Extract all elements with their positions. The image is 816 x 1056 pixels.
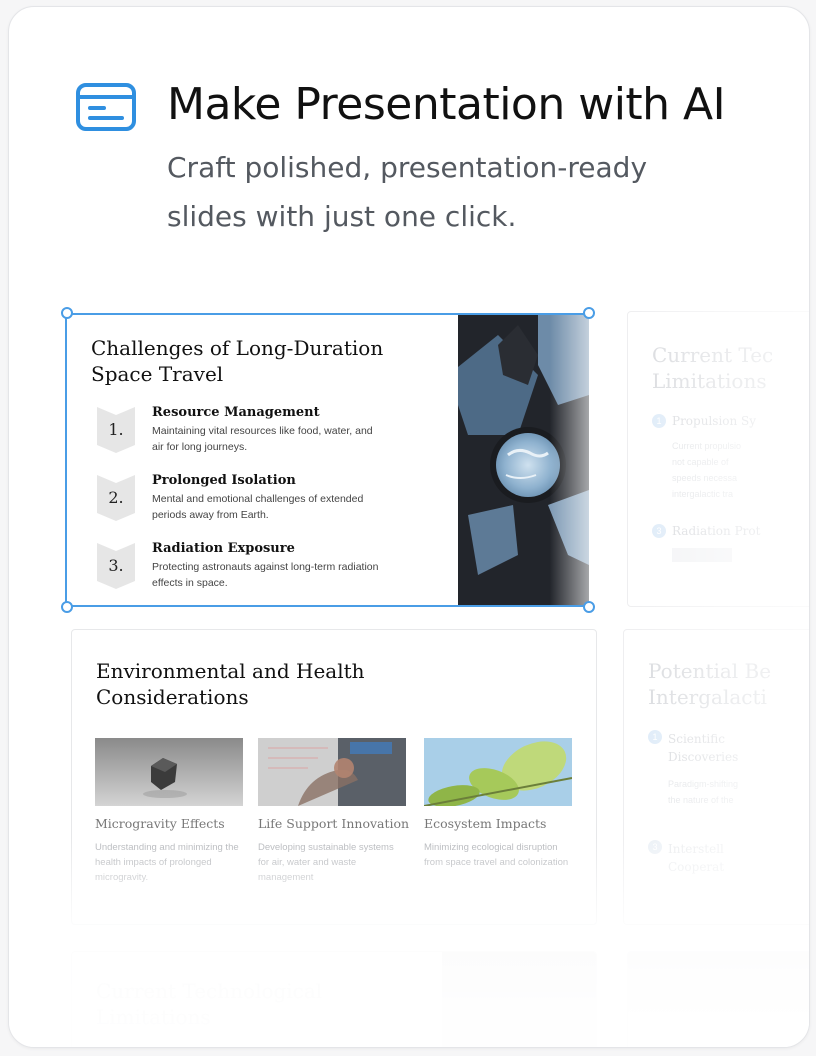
cupola-window-illustration bbox=[458, 315, 589, 605]
slide-title-line-1: Current Technological bbox=[96, 979, 323, 1003]
title-line: Cooperat bbox=[668, 860, 725, 874]
presentation-icon bbox=[76, 83, 136, 131]
desc-line: Current propulsio bbox=[672, 441, 742, 451]
column-desc: Understanding and minimizing the health … bbox=[95, 842, 239, 883]
item-title: Radiation Prot bbox=[672, 524, 761, 538]
item-title: Propulsion Sy bbox=[672, 414, 757, 428]
resize-handle-top-left[interactable] bbox=[61, 307, 73, 319]
desc-line: not capable of bbox=[672, 457, 729, 467]
hand-touch-image bbox=[258, 738, 406, 806]
item-desc: Mental and emotional challenges of exten… bbox=[152, 493, 364, 521]
slide-title-line-2: Space Travel bbox=[91, 362, 224, 386]
title-line: Discoveries bbox=[668, 750, 739, 764]
item-title: Scientific Discoveries bbox=[668, 730, 738, 766]
slide-title-line-1: Current Tec bbox=[652, 343, 774, 367]
title-line: Interstell bbox=[668, 842, 724, 856]
desc-line: speeds necessa bbox=[672, 473, 738, 483]
slide-image-placeholder bbox=[628, 952, 809, 1012]
resize-handle-bottom-right[interactable] bbox=[583, 601, 595, 613]
resize-handle-top-right[interactable] bbox=[583, 307, 595, 319]
column-title: Life Support Innovation bbox=[258, 816, 410, 831]
slide-title-line-2: Intergalacti bbox=[648, 685, 767, 709]
cube-image bbox=[95, 738, 243, 806]
item-title: Radiation Exposure bbox=[152, 541, 295, 556]
slide-thumbnail-bottom-right[interactable] bbox=[627, 951, 809, 1047]
slide-thumbnail-bottom-left[interactable]: Current Technological Limitations bbox=[71, 951, 597, 1047]
item-number: 1. bbox=[108, 420, 124, 439]
resize-handle-bottom-left[interactable] bbox=[61, 601, 73, 613]
subtitle-line-1: Craft polished, presentation-ready bbox=[167, 151, 648, 184]
page-subtitle: Craft polished, presentation-ready slide… bbox=[167, 143, 727, 241]
slide-title-line-1: Challenges of Long-Duration bbox=[91, 336, 384, 360]
title-line: Scientific bbox=[668, 732, 725, 746]
column-microgravity: Microgravity Effects Understanding and m… bbox=[95, 738, 243, 885]
numbered-badge: 3 bbox=[648, 840, 662, 854]
numbered-badge: 1 bbox=[648, 730, 662, 744]
slide-title-line-1: Potential Be bbox=[648, 659, 772, 683]
numbered-badge: 1 bbox=[652, 414, 666, 428]
slide-title-line-2: Limitations bbox=[96, 1005, 211, 1029]
desc-line: Paradigm-shifting bbox=[668, 779, 739, 789]
item-desc: Protecting astronauts against long-term … bbox=[152, 561, 379, 589]
slide-title-line-2: Considerations bbox=[96, 685, 249, 709]
column-ecosystem: Ecosystem Impacts Minimizing ecological … bbox=[424, 738, 572, 870]
placeholder-bar bbox=[672, 548, 732, 562]
slide-selected[interactable]: Challenges of Long-Duration Space Travel… bbox=[65, 313, 589, 607]
feature-card: Make Presentation with AI Craft polished… bbox=[8, 6, 810, 1048]
item-desc: Paradigm-shifting the nature of the bbox=[668, 776, 738, 808]
item-number: 3. bbox=[108, 556, 124, 575]
desc-line: the nature of the bbox=[668, 795, 734, 805]
item-title: Resource Management bbox=[152, 405, 320, 420]
slide-title-line-1: Environmental and Health bbox=[96, 659, 365, 683]
desc-line: intergalactic tra bbox=[672, 489, 734, 499]
slide-title: Environmental and Health Considerations bbox=[96, 658, 426, 710]
slide-thumbnail-right-top[interactable]: Current Tec Limitations 1 Propulsion Sy … bbox=[627, 311, 809, 607]
slide-title: Challenges of Long-Duration Space Travel bbox=[91, 335, 421, 387]
column-desc: Minimizing ecological disruption from sp… bbox=[424, 842, 569, 868]
slide-thumbnail-environment[interactable]: Environmental and Health Considerations … bbox=[71, 629, 597, 925]
column-life-support: Life Support Innovation Developing susta… bbox=[258, 738, 410, 885]
slide-thumbnail-right-bottom[interactable]: Potential Be Intergalacti 1 Scientific D… bbox=[623, 629, 809, 925]
item-number: 2. bbox=[108, 488, 124, 507]
column-desc: Developing sustainable systems for air, … bbox=[258, 842, 394, 883]
item-desc: Current propulsio not capable of speeds … bbox=[672, 438, 741, 502]
subtitle-line-2: slides with just one click. bbox=[167, 200, 517, 233]
column-title: Ecosystem Impacts bbox=[424, 816, 547, 831]
item-title: Prolonged Isolation bbox=[152, 473, 296, 488]
item-title: Interstell Cooperat bbox=[668, 840, 724, 876]
station-window-image bbox=[458, 315, 589, 605]
leaves-image bbox=[424, 738, 572, 806]
column-title: Microgravity Effects bbox=[95, 816, 225, 831]
slide-image-placeholder bbox=[442, 952, 596, 1047]
page-title: Make Presentation with AI bbox=[167, 79, 726, 130]
numbered-badge: 3 bbox=[652, 524, 666, 538]
item-desc: Maintaining vital resources like food, w… bbox=[152, 425, 373, 453]
slide-title-line-2: Limitations bbox=[652, 369, 767, 393]
